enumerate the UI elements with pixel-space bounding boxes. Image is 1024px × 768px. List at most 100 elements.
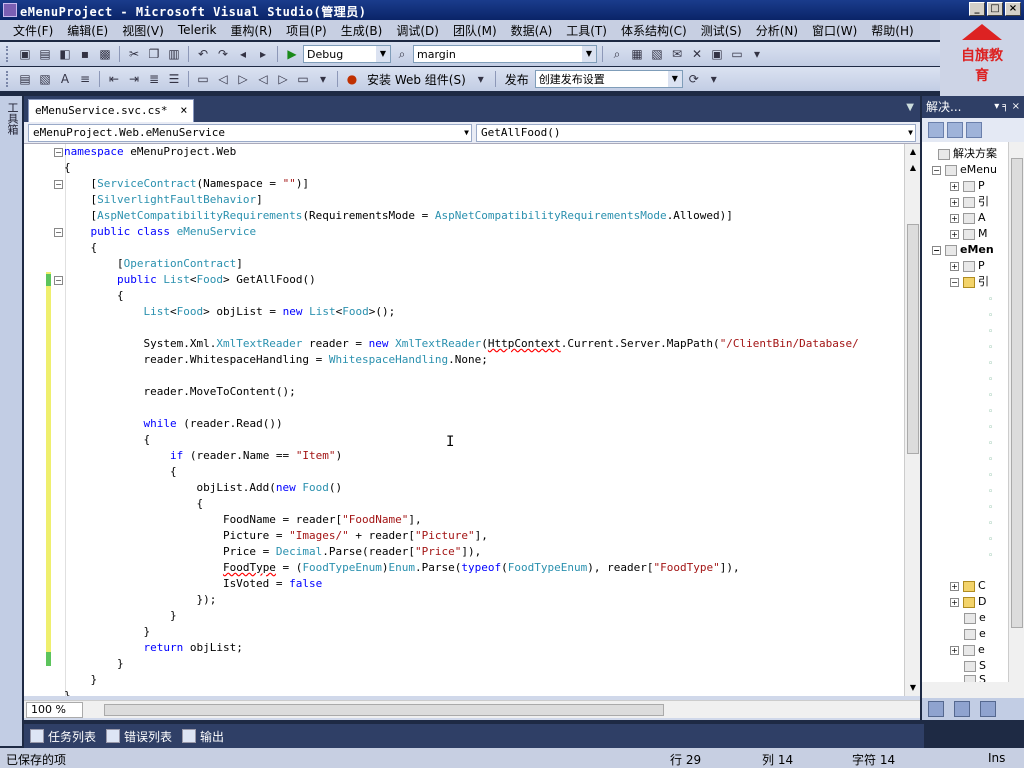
collapse-icon[interactable]: − <box>932 245 941 255</box>
menu-edit[interactable]: 编辑(E) <box>60 22 115 39</box>
types-combo[interactable]: eMenuProject.Web.eMenuService ▼ <box>28 124 472 142</box>
solution-config-select[interactable]: Debug ▼ <box>303 45 391 63</box>
scroll-thumb[interactable] <box>907 224 919 454</box>
save-all-icon[interactable]: ▩ <box>96 45 114 63</box>
expand-icon[interactable]: + <box>950 181 959 191</box>
tree-node[interactable]: + e <box>950 642 985 658</box>
open-folder-icon[interactable]: ◧ <box>56 45 74 63</box>
increase-indent-icon[interactable]: ⇥ <box>125 70 143 88</box>
toolbar-options-icon[interactable]: ▾ <box>748 45 766 63</box>
clear-bookmarks-icon[interactable]: ▭ <box>294 70 312 88</box>
refresh-icon[interactable] <box>966 122 982 138</box>
expand-icon[interactable]: + <box>950 261 959 271</box>
error-list-tab[interactable]: 错误列表 <box>106 728 172 745</box>
zoom-select[interactable]: 100 % <box>26 702 83 718</box>
quick-info-icon[interactable]: A <box>56 70 74 88</box>
vertical-scrollbar[interactable]: ▲ ▲ ▼ <box>904 144 920 696</box>
comment-out-icon[interactable]: ≣ <box>145 70 163 88</box>
next-bookmark-icon[interactable]: ▷ <box>234 70 252 88</box>
copy-icon[interactable]: ❐ <box>145 45 163 63</box>
pane-controls[interactable]: ▾ ╕ × <box>994 96 1020 118</box>
expand-icon[interactable]: + <box>950 581 959 591</box>
display-object-member-list-icon[interactable]: ▤ <box>16 70 34 88</box>
uncomment-icon[interactable]: ☰ <box>165 70 183 88</box>
next-bookmark-folder-icon[interactable]: ▷ <box>274 70 292 88</box>
tree-node[interactable]: e <box>964 626 986 642</box>
tree-node[interactable]: + C <box>950 578 986 594</box>
scroll-down-icon[interactable]: ▼ <box>907 682 919 694</box>
expand-icon[interactable]: + <box>950 213 959 223</box>
menu-analyze[interactable]: 分析(N) <box>749 22 805 39</box>
collapse-icon[interactable]: − <box>932 165 941 175</box>
members-combo[interactable]: GetAllFood() ▼ <box>476 124 916 142</box>
document-tab[interactable]: eMenuService.svc.cs* × <box>28 99 195 122</box>
redo-icon[interactable]: ↷ <box>214 45 232 63</box>
solution-explorer-tab-icon[interactable] <box>928 701 944 717</box>
restore-button[interactable]: □ <box>987 2 1003 16</box>
output-tab[interactable]: 输出 <box>182 728 224 745</box>
decrease-indent-icon[interactable]: ⇤ <box>105 70 123 88</box>
cut-icon[interactable]: ✂ <box>125 45 143 63</box>
solution-horizontal-scrollbar[interactable] <box>922 682 1024 698</box>
collapse-icon[interactable]: − <box>54 148 63 157</box>
object-browser-icon[interactable]: ▧ <box>648 45 666 63</box>
editor-gutter[interactable]: − − − − <box>24 144 66 696</box>
solution-vertical-scrollbar[interactable] <box>1008 142 1024 682</box>
collapse-icon[interactable]: − <box>54 276 63 285</box>
menu-tools[interactable]: 工具(T) <box>559 22 614 39</box>
menu-telerik[interactable]: Telerik <box>171 23 224 37</box>
navigate-back-icon[interactable]: ◂ <box>234 45 252 63</box>
expand-icon[interactable]: + <box>950 597 959 607</box>
start-page-icon[interactable]: ▣ <box>708 45 726 63</box>
split-window-icon[interactable]: ▲ <box>907 146 919 158</box>
toolbox-label[interactable]: 工具箱 <box>4 102 20 135</box>
solution-tree[interactable]: 解决方案 − eMenu + P + 引 + A + M − eMen + P − 引 ◦ ◦ ◦ ◦… <box>922 142 1008 682</box>
collapse-icon[interactable]: − <box>54 180 63 189</box>
code-area[interactable]: − − − − namespace eMenuProject.Web { [Se… <box>24 144 904 696</box>
navigate-forward-icon[interactable]: ▸ <box>254 45 272 63</box>
menu-debug[interactable]: 调试(D) <box>389 22 446 39</box>
parameter-info-icon[interactable]: ▧ <box>36 70 54 88</box>
tree-node[interactable]: + A <box>950 210 986 226</box>
minimize-button[interactable]: _ <box>969 2 985 16</box>
expand-icon[interactable]: + <box>950 197 959 207</box>
find-in-files-icon[interactable]: ⌕ <box>393 45 411 63</box>
collapse-icon[interactable]: − <box>950 277 959 287</box>
toolbox-strip[interactable]: 工具箱 <box>0 96 22 746</box>
find-combo[interactable]: margin ▼ <box>413 45 597 63</box>
toolbar-grip[interactable] <box>6 46 10 62</box>
properties-icon[interactable]: ▦ <box>628 45 646 63</box>
publish-profile-select[interactable]: 创建发布设置 ▼ <box>534 70 683 88</box>
menu-refactor[interactable]: 重构(R) <box>223 22 279 39</box>
scroll-up-icon[interactable]: ▲ <box>907 162 919 174</box>
toolbar-grip[interactable] <box>6 71 10 87</box>
find-icon[interactable]: ⌕ <box>608 45 626 63</box>
tree-node[interactable]: + D <box>950 594 986 610</box>
toolbar-options-icon[interactable]: ▾ <box>314 70 332 88</box>
tree-node[interactable]: − eMenu <box>932 162 997 178</box>
start-debugging-icon[interactable]: ▶ <box>283 45 301 63</box>
publish-web-icon[interactable]: ⟳ <box>685 70 703 88</box>
tree-node[interactable]: − eMen <box>932 242 994 258</box>
properties-icon[interactable] <box>928 122 944 138</box>
undo-icon[interactable]: ↶ <box>194 45 212 63</box>
horizontal-scroll-thumb[interactable] <box>104 704 664 716</box>
toggle-bookmark-icon[interactable]: ▭ <box>194 70 212 88</box>
previous-bookmark-icon[interactable]: ◁ <box>214 70 232 88</box>
publish-options-icon[interactable]: ▾ <box>705 70 723 88</box>
menu-help[interactable]: 帮助(H) <box>864 22 920 39</box>
install-web-component-button[interactable]: 安装 Web 组件(S) <box>363 71 470 88</box>
command-window-icon[interactable]: ▭ <box>728 45 746 63</box>
tree-node[interactable]: S <box>964 672 986 682</box>
toolbar-options-icon[interactable]: ▾ <box>472 70 490 88</box>
menu-build[interactable]: 生成(B) <box>334 22 390 39</box>
menu-file[interactable]: 文件(F) <box>6 22 60 39</box>
new-project-icon[interactable]: ▣ <box>16 45 34 63</box>
tree-node[interactable]: − 引 <box>950 274 989 290</box>
save-icon[interactable]: ▪ <box>76 45 94 63</box>
menu-data[interactable]: 数据(A) <box>504 22 560 39</box>
word-completion-icon[interactable]: ≡ <box>76 70 94 88</box>
menu-project[interactable]: 项目(P) <box>279 22 334 39</box>
class-view-tab-icon[interactable] <box>980 701 996 717</box>
close-tab-icon[interactable]: × <box>180 100 187 121</box>
